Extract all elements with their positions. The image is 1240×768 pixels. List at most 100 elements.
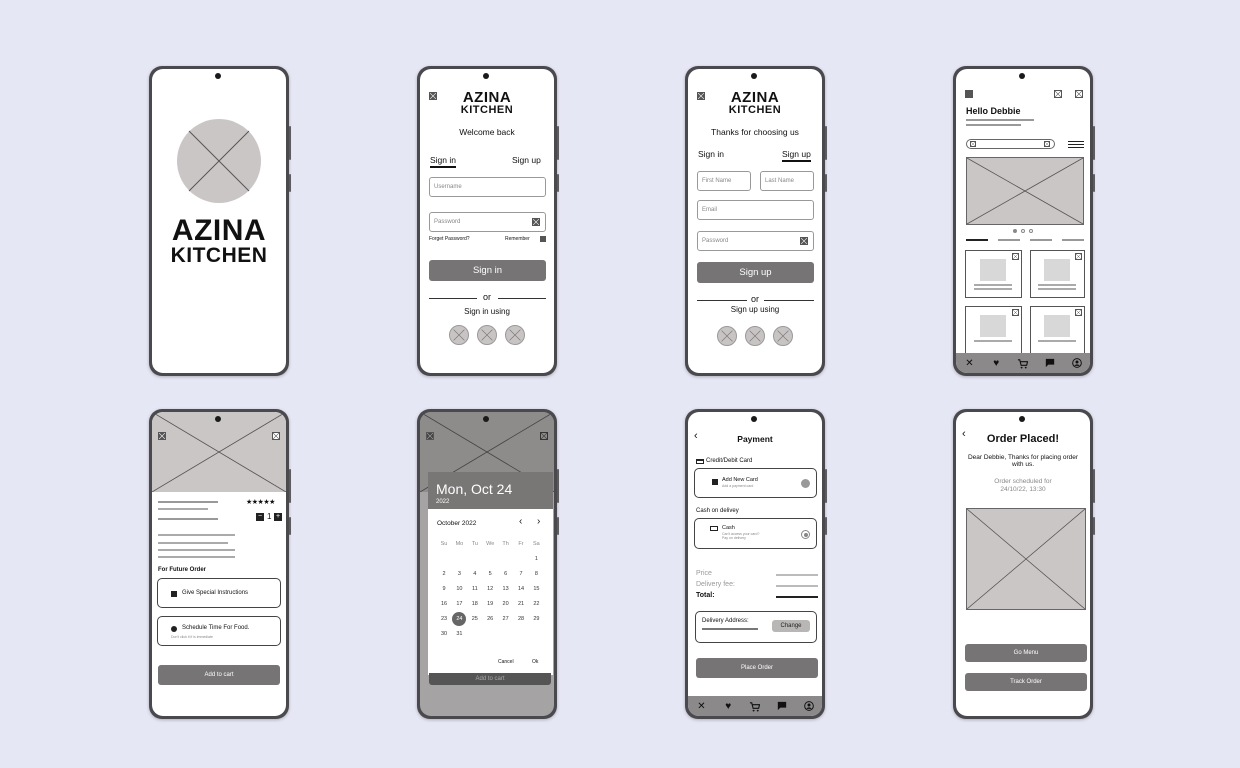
tab-signup[interactable]: Sign up (512, 155, 541, 165)
first-name-input[interactable]: First Name (697, 171, 751, 191)
calendar-day[interactable]: 20 (499, 601, 513, 607)
cart-icon[interactable] (748, 699, 762, 713)
calendar-day[interactable]: 2 (437, 571, 451, 577)
menu-icon[interactable] (965, 90, 973, 98)
next-month-icon[interactable]: › (537, 516, 540, 527)
fork-knife-icon[interactable]: ✕ (694, 699, 708, 713)
calendar-day[interactable]: 27 (499, 616, 513, 622)
social-login-button-3[interactable] (773, 326, 793, 346)
heart-icon[interactable]: ♥ (989, 356, 1003, 370)
notification-icon[interactable] (1054, 90, 1062, 98)
calendar-day[interactable]: 28 (514, 616, 528, 622)
category-tab[interactable] (1062, 239, 1084, 241)
list-view-icon[interactable] (1068, 141, 1084, 148)
place-order-button[interactable]: Place Order (696, 658, 818, 678)
calendar-day[interactable]: 8 (529, 571, 543, 577)
calendar-day[interactable]: 29 (529, 616, 543, 622)
back-icon[interactable] (158, 432, 166, 440)
chat-icon[interactable] (1043, 356, 1057, 370)
schedule-time-button[interactable]: Schedule Time For Food. Don't click it i… (157, 616, 281, 646)
fork-knife-icon[interactable]: ✕ (962, 356, 976, 370)
calendar-day[interactable]: 5 (483, 571, 497, 577)
carousel-dot-active[interactable] (1013, 229, 1017, 233)
calendar-day[interactable]: 26 (483, 616, 497, 622)
profile-icon[interactable] (802, 699, 816, 713)
qty-minus-button[interactable]: − (256, 513, 264, 521)
show-password-icon[interactable] (532, 218, 540, 226)
tab-signup[interactable]: Sign up (782, 149, 811, 162)
carousel-dot[interactable] (1029, 229, 1033, 233)
ok-button[interactable]: Ok (532, 659, 538, 665)
chat-icon[interactable] (775, 699, 789, 713)
calendar-day[interactable]: 4 (468, 571, 482, 577)
prev-month-icon[interactable]: ‹ (519, 516, 522, 527)
calendar-day[interactable]: 21 (514, 601, 528, 607)
social-login-button-1[interactable] (717, 326, 737, 346)
tab-signin[interactable]: Sign in (698, 149, 724, 159)
calendar-day[interactable]: 31 (452, 631, 466, 637)
food-card[interactable] (965, 306, 1022, 354)
carousel-dot[interactable] (1021, 229, 1025, 233)
cash-option[interactable]: Cash Can't access your card? Pay on deli… (694, 518, 817, 549)
calendar-day[interactable]: 1 (529, 556, 543, 562)
show-password-icon[interactable] (800, 237, 808, 245)
calendar-day[interactable]: 22 (529, 601, 543, 607)
food-card[interactable] (1030, 306, 1085, 354)
cart-top-icon[interactable] (1075, 90, 1083, 98)
search-bar[interactable] (966, 139, 1055, 149)
forgot-password-link[interactable]: Forget Password? (429, 236, 470, 242)
signup-button[interactable]: Sign up (697, 262, 814, 283)
calendar-day[interactable]: 7 (514, 571, 528, 577)
calendar-day[interactable]: 6 (499, 571, 513, 577)
calendar-day[interactable]: 12 (483, 586, 497, 592)
go-menu-button[interactable]: Go Menu (965, 644, 1087, 662)
calendar-day[interactable]: 13 (499, 586, 513, 592)
favorite-icon[interactable] (1075, 253, 1082, 260)
signin-button[interactable]: Sign in (429, 260, 546, 281)
qty-plus-button[interactable]: + (274, 513, 282, 521)
calendar-day-selected[interactable]: 24 (452, 612, 467, 626)
calendar-day[interactable]: 19 (483, 601, 497, 607)
calendar-day[interactable]: 23 (437, 616, 451, 622)
favorite-icon[interactable] (272, 432, 280, 440)
favorite-icon[interactable] (1075, 309, 1082, 316)
category-tab[interactable] (1030, 239, 1052, 241)
tab-signin[interactable]: Sign in (430, 155, 456, 168)
profile-icon[interactable] (1070, 356, 1084, 370)
email-input[interactable]: Email (697, 200, 814, 220)
food-card[interactable] (965, 250, 1022, 298)
calendar-day[interactable]: 14 (514, 586, 528, 592)
social-login-button-1[interactable] (449, 325, 469, 345)
cart-icon[interactable] (1016, 356, 1030, 370)
calendar-day[interactable]: 17 (452, 601, 466, 607)
change-address-button[interactable]: Change (772, 620, 810, 632)
calendar-day[interactable]: 3 (452, 571, 466, 577)
social-login-button-3[interactable] (505, 325, 525, 345)
password-input[interactable]: Password (429, 212, 546, 232)
calendar-day[interactable]: 10 (452, 586, 466, 592)
filter-icon[interactable] (1044, 141, 1050, 147)
special-instructions-button[interactable]: Give Special Instructions (157, 578, 281, 608)
track-order-button[interactable]: Track Order (965, 673, 1087, 691)
add-card-option[interactable]: Add New Card Add a payment card (694, 468, 817, 498)
category-tab[interactable] (998, 239, 1020, 241)
calendar-day[interactable]: 18 (468, 601, 482, 607)
social-login-button-2[interactable] (745, 326, 765, 346)
last-name-input[interactable]: Last Name (760, 171, 814, 191)
calendar-day[interactable]: 16 (437, 601, 451, 607)
cancel-button[interactable]: Cancel (498, 659, 514, 665)
calendar-day[interactable]: 30 (437, 631, 451, 637)
add-card-radio[interactable] (801, 479, 810, 488)
add-to-cart-button[interactable]: Add to cart (158, 665, 280, 685)
calendar-day[interactable]: 15 (529, 586, 543, 592)
calendar-day[interactable]: 25 (468, 616, 482, 622)
social-login-button-2[interactable] (477, 325, 497, 345)
favorite-icon[interactable] (1012, 253, 1019, 260)
category-tab-active[interactable] (966, 239, 988, 241)
remember-checkbox[interactable] (540, 236, 546, 242)
food-card[interactable] (1030, 250, 1085, 298)
calendar-day[interactable]: 9 (437, 586, 451, 592)
username-input[interactable]: Username (429, 177, 546, 197)
calendar-day[interactable]: 11 (468, 586, 482, 592)
cash-radio[interactable] (801, 530, 810, 539)
